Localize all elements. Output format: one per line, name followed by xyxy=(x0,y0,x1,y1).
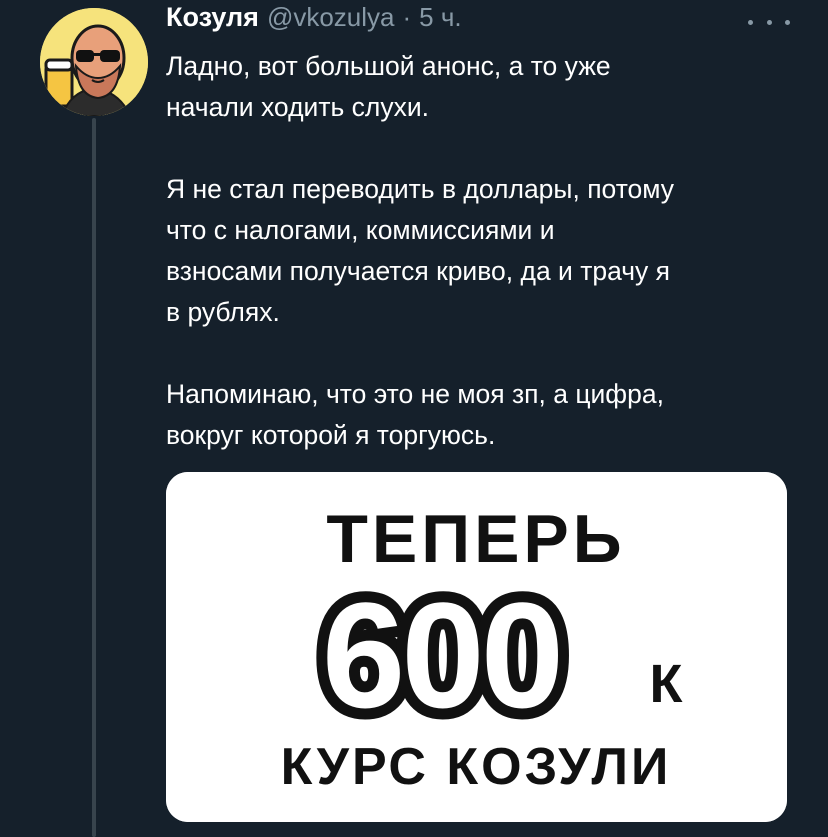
more-horizontal-icon xyxy=(748,19,753,25)
tweet-line: Напоминаю, что это не моя зп, а цифра, xyxy=(166,379,664,409)
tweet-header: Козуля @vkozulya · 5 ч. xyxy=(166,2,462,38)
tweet-media-image[interactable]: ТЕПЕРЬ 600 К КУРС КОЗУЛИ xyxy=(166,472,787,822)
avatar[interactable] xyxy=(40,8,148,116)
tweet-line: Я не стал переводить в доллары, потому xyxy=(166,174,675,204)
tweet-line: в рублях. xyxy=(166,297,280,327)
tweet-line: начали ходить слухи. xyxy=(166,92,430,122)
tweet: Козуля @vkozulya · 5 ч. Ладно, вот больш… xyxy=(0,0,828,837)
media-line-kurs: КУРС КОЗУЛИ xyxy=(281,738,672,796)
tweet-timestamp[interactable]: 5 ч. xyxy=(419,2,461,33)
tweet-line: что с налогами, коммиссиями и xyxy=(166,215,555,245)
media-suffix: К xyxy=(650,654,684,714)
more-options-button[interactable] xyxy=(748,10,790,34)
tweet-line: вокруг которой я торгуюсь. xyxy=(166,420,496,450)
header-separator: · xyxy=(402,2,412,32)
more-horizontal-icon xyxy=(766,19,772,25)
tweet-line: взносами получается криво, да и трачу я xyxy=(166,256,671,286)
media-line-teper: ТЕПЕРЬ xyxy=(326,501,625,577)
tweet-line: Ладно, вот большой анонс, а то уже xyxy=(166,51,611,81)
author-handle[interactable]: @vkozulya xyxy=(267,2,395,33)
thread-line xyxy=(92,118,96,837)
more-horizontal-icon xyxy=(785,19,790,25)
media-graphic: ТЕПЕРЬ 600 К КУРС КОЗУЛИ xyxy=(166,472,787,822)
tweet-text: Ладно, вот большой анонс, а то уже начал… xyxy=(166,46,796,456)
media-number: 600 xyxy=(322,571,560,739)
author-display-name[interactable]: Козуля xyxy=(166,2,259,33)
avatar-illustration xyxy=(40,8,148,116)
